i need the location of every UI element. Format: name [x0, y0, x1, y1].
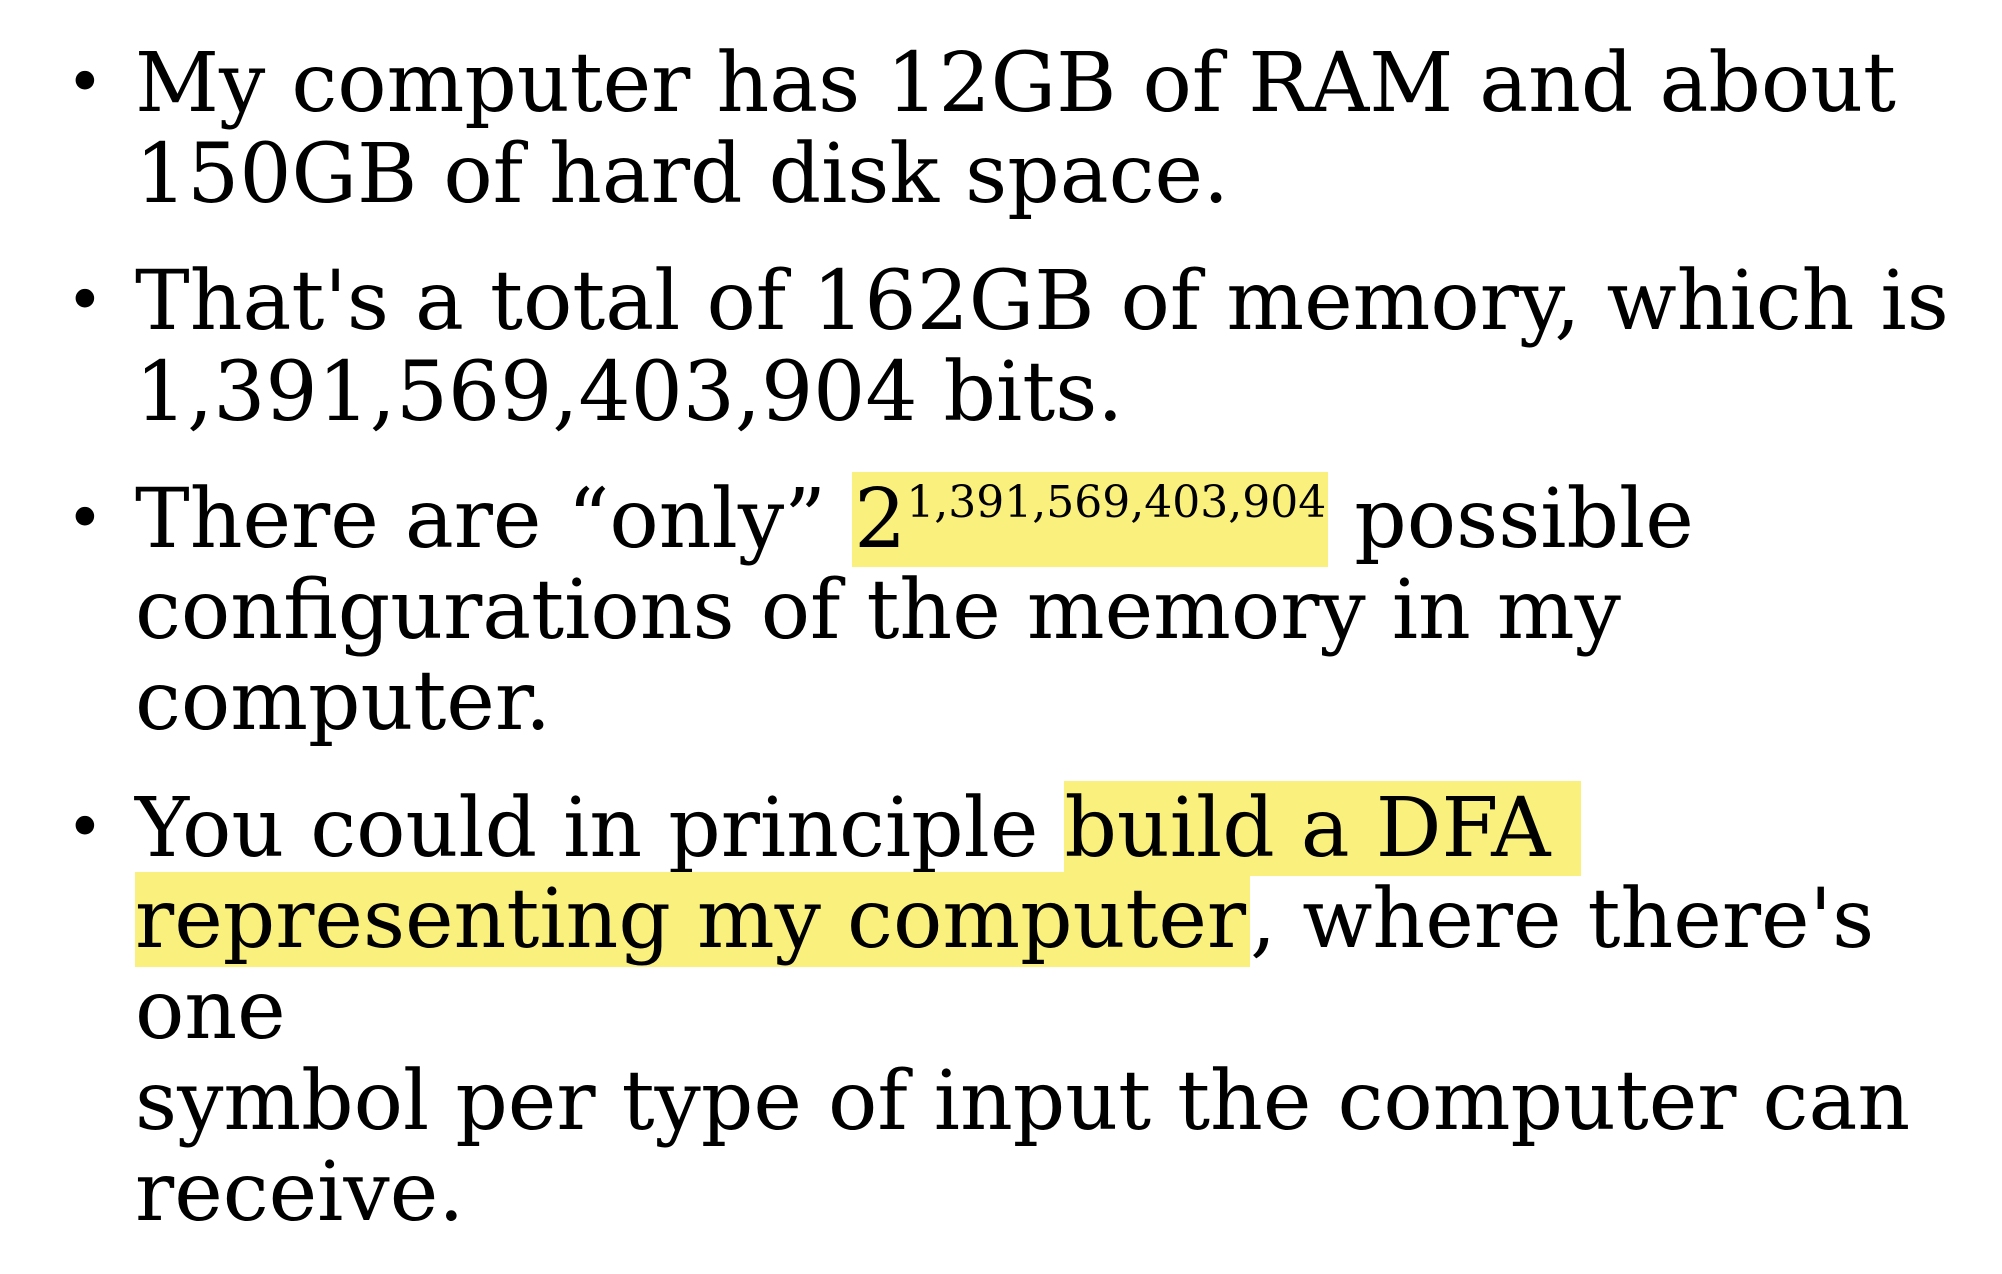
- power-base: 2: [854, 472, 907, 567]
- bullet-list: • My computer has 12GB of RAM and about …: [0, 38, 2002, 1274]
- bullet-item-2: • That's a total of 162GB of memory, whi…: [0, 256, 1985, 438]
- bullet-text-line: You could in principle build a DFA: [135, 781, 1985, 876]
- bullet-item-3: • There are “only” 21,391,569,403,904 po…: [0, 472, 1985, 749]
- bullet-text-line: 150GB of hard disk space.: [135, 127, 1230, 222]
- bullet-item-1: • My computer has 12GB of RAM and about …: [0, 38, 1985, 220]
- bullet-marker: •: [66, 791, 104, 865]
- bullet-marker: •: [66, 46, 104, 120]
- bullet-text-line: representing my computer, where there's …: [135, 872, 1985, 1056]
- bullet-text-line: configurations of the memory in my: [135, 563, 1622, 658]
- bullet-text-prefix: You could in principle: [135, 781, 1065, 876]
- highlighted-phrase-part-1: build a DFA: [1064, 781, 1581, 876]
- bullet-text-line: receive.: [135, 1145, 465, 1240]
- bullet-text-line: My computer has 12GB of RAM and about: [135, 36, 1896, 131]
- bullet-text-line: symbol per type of input the computer ca…: [135, 1054, 1911, 1149]
- slide: • My computer has 12GB of RAM and about …: [0, 0, 2002, 1238]
- bullet-text-prefix: There are “only”: [135, 472, 853, 567]
- bullet-marker: •: [66, 482, 104, 556]
- highlighted-phrase-part-2: representing my computer: [135, 872, 1251, 967]
- bullet-marker: •: [66, 264, 104, 338]
- bullet-text-line: That's a total of 162GB of memory, which…: [135, 254, 1949, 349]
- bullet-text-line: There are “only” 21,391,569,403,904 poss…: [135, 472, 1985, 567]
- highlighted-power-expression: 21,391,569,403,904: [852, 472, 1329, 567]
- bullet-text-line: computer.: [135, 654, 552, 749]
- bullet-text-line: 1,391,569,403,904 bits.: [135, 345, 1124, 440]
- bullet-text-suffix: possible: [1328, 472, 1694, 567]
- power-exponent: 1,391,569,403,904: [906, 477, 1327, 528]
- bullet-item-4: • You could in principle build a DFA rep…: [0, 781, 1985, 1240]
